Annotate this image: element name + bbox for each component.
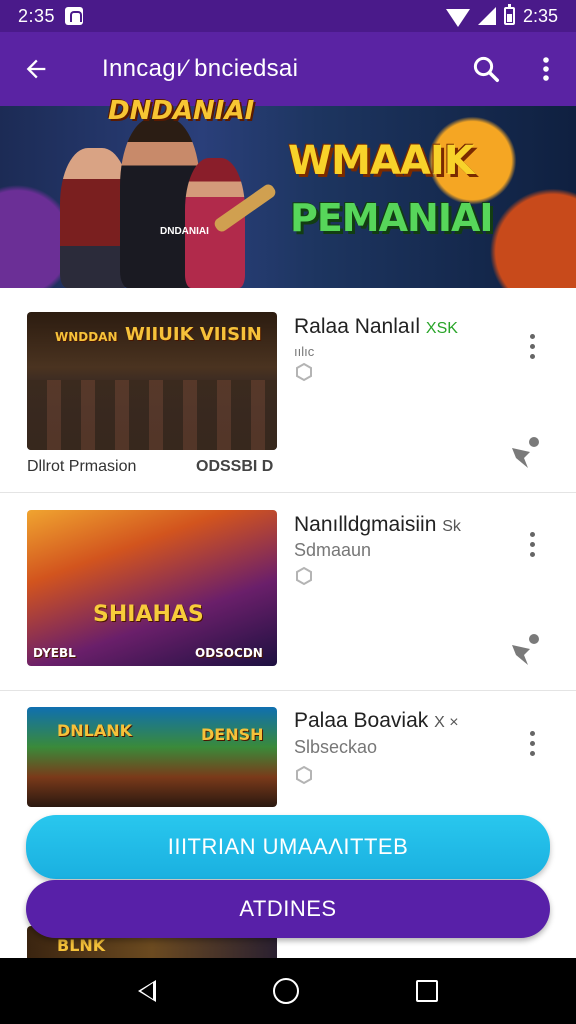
pin-icon[interactable] (506, 629, 546, 669)
hexagon-icon (296, 566, 312, 586)
item-subtitle: Sdmaaun (294, 540, 372, 560)
nav-recents-icon[interactable] (415, 980, 438, 1002)
nav-back-icon[interactable] (138, 980, 157, 1002)
search-icon (473, 56, 499, 82)
hero-left-logo: DNDANIAI (108, 96, 255, 126)
item-more-button[interactable] (520, 723, 544, 763)
signal-icon (477, 7, 496, 25)
thumbnail-title: SHIAHAS (93, 602, 204, 627)
item-caption: Dllrot Prmasion (27, 458, 137, 475)
item-subtitle: ıılıc (294, 344, 315, 359)
hexagon-icon (296, 362, 312, 382)
thumbnail-caption: ODSOCDN (195, 646, 263, 660)
status-time: 2:35 (18, 5, 56, 26)
thumbnail-badge: DNLANK (57, 721, 133, 740)
item-thumbnail: WIIUIK VIISIN WNDDAN (27, 312, 277, 450)
thumbnail-badge: DYEBL (33, 646, 76, 660)
primary-action-button[interactable]: IIITRIAN UMAAΛITTEB (26, 815, 550, 879)
thumbnail-badge: BLNK (57, 936, 106, 955)
item-title: Nanılldgmaisiin Sk (294, 513, 461, 536)
item-more-button[interactable] (520, 326, 544, 366)
wifi-icon (445, 9, 470, 27)
battery-icon (503, 4, 515, 25)
item-title: Palaa Boaviak X × (294, 709, 459, 732)
nav-home-icon[interactable] (272, 978, 299, 1004)
item-title: Ralaa Nanlaıl XSK (294, 315, 458, 338)
hero-title-line-2: PEMANIAI (290, 196, 494, 240)
item-caption-right: ODSSBI D (196, 458, 274, 475)
list-item[interactable]: WIIUIK VIISIN WNDDAN Dllrot Prmasion ODS… (0, 288, 576, 493)
item-thumbnail: SHIAHAS DYEBL ODSOCDN (27, 510, 277, 666)
status-icons: 2:35 (445, 4, 558, 27)
back-button[interactable] (0, 32, 72, 106)
hero-title-line-1: WMAAIK (288, 138, 475, 184)
status-time-right: 2:35 (522, 5, 558, 26)
notification-icon (65, 7, 84, 25)
search-button[interactable] (456, 32, 516, 106)
status-bar: 2:35 2:35 (0, 0, 576, 32)
overflow-menu-button[interactable] (516, 32, 576, 106)
thumbnail-badge: WNDDAN (55, 330, 118, 344)
system-nav-bar (0, 958, 576, 1024)
item-tag: Sk (442, 518, 461, 535)
item-thumbnail: DNLANK DENSH (27, 707, 277, 807)
hero-left-logo-sub: DNDANIAI (160, 226, 209, 237)
item-tag: X × (434, 714, 459, 731)
secondary-action-button[interactable]: ATDINES (26, 880, 550, 938)
more-vert-icon (543, 57, 549, 81)
thumbnail-title: DENSH (201, 725, 264, 744)
hexagon-icon (296, 765, 312, 785)
thumbnail-title: WIIUIK VIISIN (125, 324, 262, 345)
arrow-left-icon (26, 59, 46, 79)
item-tag: XSK (425, 320, 458, 337)
list-item[interactable]: SHIAHAS DYEBL ODSOCDN Nanılldgmaisiin Sk… (0, 493, 576, 691)
item-more-button[interactable] (520, 524, 544, 564)
item-subtitle: Slbseckao (294, 737, 378, 757)
pin-icon[interactable] (506, 432, 546, 472)
list-item[interactable]: DNLANK DENSH Palaa Boaviak X × Slbseckao (0, 691, 576, 807)
app-toolbar: Inncagı⁄ bnciedsai (0, 32, 576, 106)
page-title: Inncagı⁄ bnciedsai (102, 55, 299, 82)
